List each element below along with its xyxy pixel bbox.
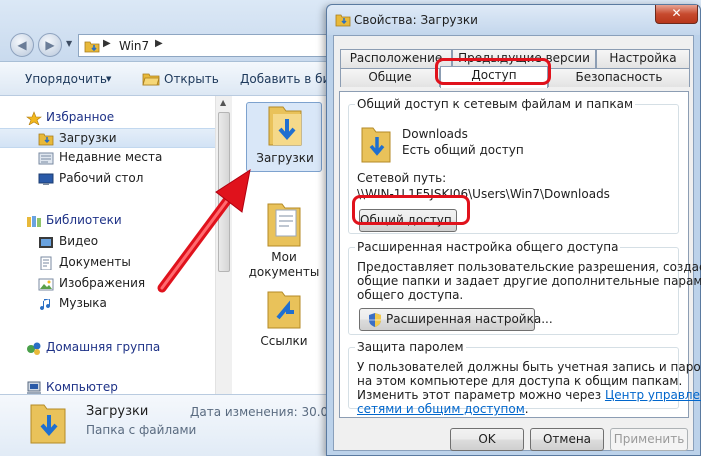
dialog-title: Свойства: Загрузки <box>354 13 478 27</box>
sidebar-item[interactable]: Домашняя группа <box>0 338 220 358</box>
video-icon <box>39 237 53 248</box>
details-name: Загрузки <box>86 404 149 419</box>
music-icon <box>40 299 51 311</box>
advanced-sharing-label: Расширенная настройка... <box>386 312 553 326</box>
scroll-up-icon[interactable]: ▲ <box>220 98 226 107</box>
sidebar-item-label: Музыка <box>59 296 107 310</box>
cancel-button[interactable]: Отмена <box>530 428 604 451</box>
uac-shield-icon <box>369 313 381 327</box>
advanced-desc-line: Предоставляет пользовательские разрешени… <box>357 260 701 274</box>
dialog-titlebar[interactable]: Свойства: Загрузки ✕ <box>327 5 700 35</box>
password-protection-group: Защита паролем У пользователей должны бы… <box>348 340 701 416</box>
back-button[interactable]: ◀ <box>10 33 34 57</box>
highlight-share-button <box>352 195 470 225</box>
folder-icon <box>335 14 351 27</box>
group-title: Защита паролем <box>355 340 466 354</box>
breadcrumb-separator[interactable]: ▶ <box>103 38 111 49</box>
shared-folder-icon <box>361 127 391 163</box>
sidebar-item-label: Загрузки <box>59 131 117 145</box>
documents-folder-icon <box>267 203 301 247</box>
chevron-down-icon: ▼ <box>106 75 112 83</box>
organize-button[interactable]: Упорядочить <box>25 72 107 86</box>
network-center-link[interactable]: Центр управления <box>605 388 701 402</box>
pictures-icon <box>38 278 54 291</box>
recent-pages-dropdown[interactable]: ▼ <box>66 39 72 48</box>
open-folder-icon <box>142 73 160 86</box>
recent-places-icon <box>38 152 54 165</box>
sidebar-item-label: Недавние места <box>59 150 163 164</box>
tab-general[interactable]: Общие <box>340 68 440 87</box>
sidebar-item-label: Документы <box>59 255 131 269</box>
documents-icon <box>40 256 52 270</box>
close-button[interactable]: ✕ <box>655 5 698 24</box>
open-button[interactable]: Открыть <box>164 72 219 86</box>
sidebar-item-label: Домашняя группа <box>46 340 161 354</box>
ok-button[interactable]: OK <box>450 428 524 451</box>
advanced-desc-line: общего доступа. <box>357 288 464 302</box>
computer-icon <box>27 381 41 395</box>
group-title: Расширенная настройка общего доступа <box>355 240 621 254</box>
password-desc-line: на этом компьютере для доступа к общим п… <box>357 374 683 388</box>
links-folder-icon <box>267 291 301 329</box>
sidebar-item[interactable]: Избранное <box>0 108 220 128</box>
advanced-sharing-button[interactable]: Расширенная настройка... <box>359 308 553 331</box>
tab-customize[interactable]: Настройка <box>596 49 690 68</box>
group-title: Общий доступ к сетевым файлам и папкам <box>355 97 635 111</box>
advanced-desc-line: общие папки и задает другие дополнительн… <box>357 274 701 288</box>
details-type: Папка с файлами <box>86 423 197 437</box>
share-status: Есть общий доступ <box>402 143 524 157</box>
forward-button[interactable]: ▶ <box>38 33 62 57</box>
password-desc-line: У пользователей должны быть учетная запи… <box>357 360 701 374</box>
password-change-prefix: Изменить этот параметр можно через <box>357 388 605 402</box>
sidebar-item[interactable]: Загрузки <box>0 128 220 148</box>
red-arrow-icon <box>157 168 251 293</box>
sidebar-item-label: Библиотеки <box>46 213 122 227</box>
homegroup-icon <box>27 342 41 355</box>
folder-icon <box>84 41 100 53</box>
highlight-tab-sharing <box>435 58 551 85</box>
breadcrumb-win7[interactable]: Win7 <box>119 39 149 53</box>
password-desc-line: Изменить этот параметр можно через Центр… <box>357 388 701 402</box>
downloads-folder-icon <box>30 404 66 444</box>
address-bar[interactable]: ▶ Win7 ▶ <box>78 34 338 57</box>
libraries-icon <box>27 216 41 227</box>
network-center-link-cont[interactable]: сетями и общим доступом <box>357 402 525 416</box>
breadcrumb-separator[interactable]: ▶ <box>155 38 163 49</box>
desktop-icon <box>38 173 54 185</box>
sharing-tab-panel: Общий доступ к сетевым файлам и папкам D… <box>339 91 701 418</box>
sidebar-item-label: Видео <box>59 234 99 248</box>
sidebar-item-label: Компьютер <box>46 380 118 394</box>
password-desc-line: сетями и общим доступом. <box>357 402 529 416</box>
file-label: Ссылки <box>260 334 308 348</box>
downloads-folder-icon <box>268 106 302 146</box>
network-path-label: Сетевой путь: <box>357 171 447 185</box>
tab-security[interactable]: Безопасность <box>548 68 690 87</box>
sidebar-item-label: Изображения <box>59 276 146 290</box>
sidebar-item-label: Избранное <box>46 110 115 124</box>
downloads-folder-icon <box>38 133 54 146</box>
advanced-sharing-group: Расширенная настройка общего доступа Пре… <box>348 240 701 335</box>
star-icon <box>26 111 42 125</box>
period: . <box>524 402 529 416</box>
sidebar-item-label: Рабочий стол <box>59 171 144 185</box>
apply-button[interactable]: Применить <box>610 428 688 451</box>
dialog-body: Расположение Предыдущие версии Настройка… <box>333 35 701 451</box>
folder-name: Downloads <box>402 127 468 141</box>
